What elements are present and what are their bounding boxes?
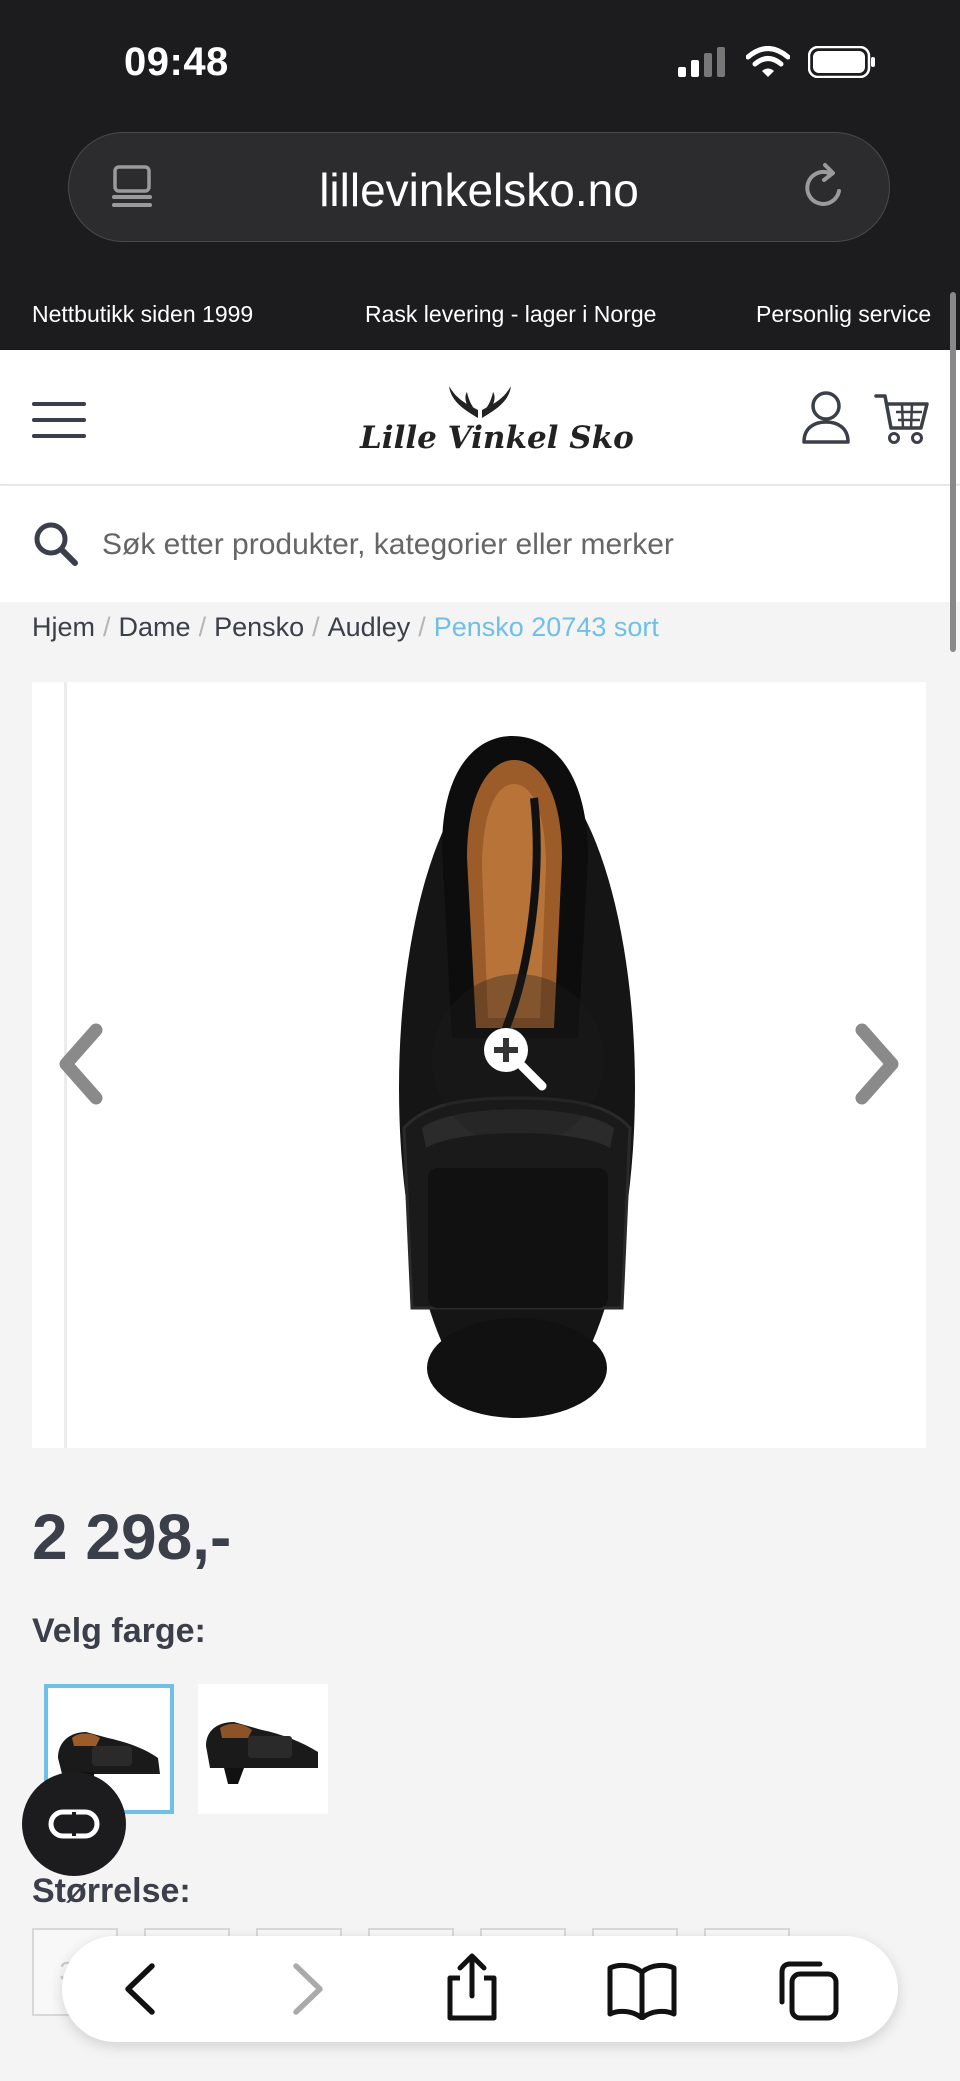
page-scrollbar[interactable] — [950, 292, 956, 652]
breadcrumb-pensko[interactable]: Pensko — [214, 612, 304, 642]
bookmarks-icon[interactable] — [606, 1958, 678, 2020]
logo-horns-icon — [449, 386, 511, 418]
breadcrumb-audley[interactable]: Audley — [328, 612, 411, 642]
forward-icon[interactable] — [276, 1958, 336, 2020]
usp-fast-delivery: Rask levering - lager i Norge — [365, 301, 657, 327]
wifi-icon — [746, 46, 790, 77]
breadcrumb-current: Pensko 20743 sort — [433, 612, 659, 642]
color-label: Velg farge: — [32, 1612, 206, 1650]
breadcrumb-home[interactable]: Hjem — [32, 612, 95, 642]
status-time: 09:48 — [124, 40, 229, 84]
swatch-shoe-image — [206, 1722, 318, 1784]
browser-chrome: 09:48 lillevinkelsko.no — [0, 0, 960, 278]
shopping-cart-icon[interactable] — [874, 392, 930, 446]
cellular-signal-icon — [678, 47, 725, 77]
color-swatch-black-alt[interactable] — [198, 1684, 328, 1814]
product-image-gallery[interactable] — [32, 682, 926, 1448]
reload-icon[interactable] — [799, 161, 849, 213]
tabs-icon[interactable] — [776, 1958, 842, 2024]
next-image-arrow-icon[interactable] — [846, 1022, 906, 1106]
chat-button[interactable] — [22, 1772, 126, 1876]
back-icon[interactable] — [112, 1958, 172, 2020]
usp-strip: Nettbutikk siden 1999 Rask levering - la… — [0, 278, 960, 350]
browser-bottom-toolbar — [62, 1936, 898, 2042]
search-input[interactable] — [100, 516, 924, 574]
zoom-button[interactable] — [432, 974, 604, 1146]
url-text: lillevinkelsko.no — [319, 164, 639, 216]
breadcrumb-dame[interactable]: Dame — [119, 612, 191, 642]
status-icons — [678, 46, 876, 78]
product-price: 2 298,- — [32, 1501, 232, 1573]
search-icon[interactable] — [32, 520, 80, 568]
breadcrumb: Hjem / Dame / Pensko / Audley / Pensko 20743 sor… — [32, 612, 659, 642]
usp-since-1999: Nettbutikk siden 1999 — [32, 301, 254, 327]
share-icon[interactable] — [442, 1952, 502, 2022]
previous-image-arrow-icon[interactable] — [52, 1022, 112, 1106]
search-bar — [0, 486, 960, 602]
site-logo[interactable]: Lille Vinkel Sko — [360, 376, 634, 466]
user-account-icon[interactable] — [800, 390, 852, 446]
logo-text: Lille Vinkel Sko — [360, 420, 634, 456]
battery-icon — [808, 46, 875, 78]
chat-icon — [48, 1809, 100, 1839]
address-bar[interactable]: lillevinkelsko.no — [68, 132, 890, 242]
usp-personal-service: Personlig service — [756, 301, 932, 327]
size-label: Størrelse: — [32, 1872, 191, 1910]
hamburger-menu-icon[interactable] — [32, 400, 86, 440]
site-header: Lille Vinkel Sko — [0, 350, 960, 485]
zoom-in-icon — [484, 1028, 547, 1091]
